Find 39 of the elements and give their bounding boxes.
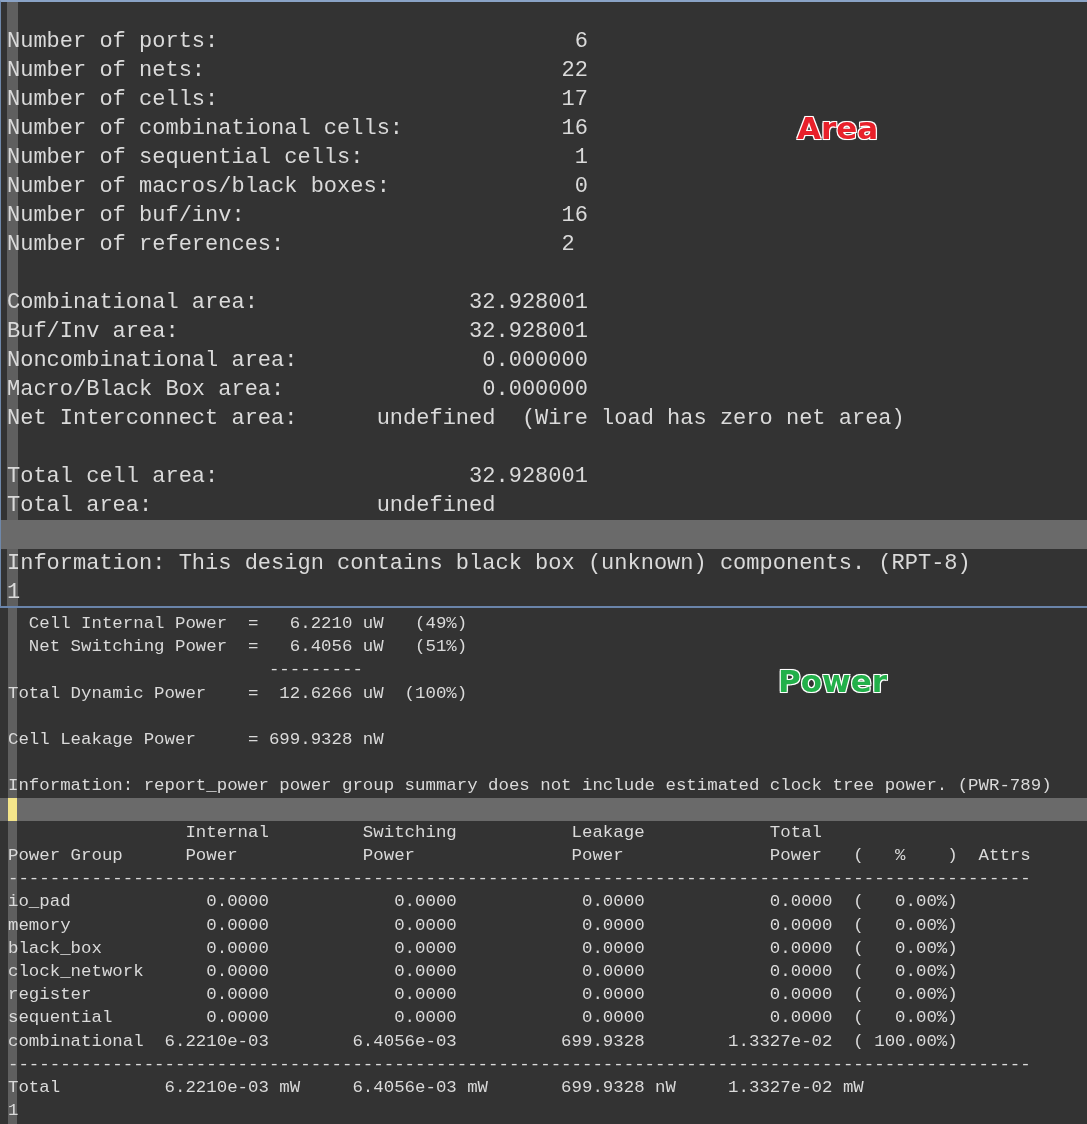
report-line: Number of buf/inv: 16: [7, 202, 588, 230]
report-line: Internal Switching Leakage Total: [184, 821, 822, 844]
report-line: Information: This design contains black box (unknown) components. (RPT-8): [7, 550, 971, 578]
annotation-label: Power: [778, 663, 887, 699]
report-line: --------------------------------------------------------------------------------------------------: [8, 868, 1031, 891]
report-line: sequential 0.0000 0.0000 0.0000 0.0000 ( 0.00%): [8, 1007, 958, 1030]
report-line: Number of macros/black boxes: 0: [7, 173, 588, 201]
report-line: Number of nets: 22: [7, 57, 588, 85]
report-line: Total Dynamic Power = 12.6266 uW (100%): [8, 682, 468, 705]
report-line: clock_network 0.0000 0.0000 0.0000 0.0000 ( 0.00%): [8, 961, 958, 983]
report-line: Number of references: 2: [7, 231, 575, 259]
report-line: Cell Leakage Power = 699.9328 nW: [8, 729, 384, 751]
report-line: Information: report_power power group summary does not include estimated clock tree power. (PWR-789): [8, 775, 1052, 798]
report-line: io_pad 0.0000 0.0000 0.0000 0.0000 ( 0.00%): [8, 891, 958, 914]
report-line: Number of combinational cells: 16: [7, 115, 588, 143]
report-line: register 0.0000 0.0000 0.0000 0.0000 ( 0.00%): [8, 984, 958, 1007]
report-line: 1: [7, 579, 21, 606]
report-line: memory 0.0000 0.0000 0.0000 0.0000 ( 0.00%): [8, 914, 958, 937]
report-line: Number of ports: 6: [7, 28, 588, 56]
report-line: Net Switching Power = 6.4056 uW (51%): [27, 636, 468, 659]
report-line: Number of sequential cells: 1: [7, 144, 588, 172]
report-line: black_box 0.0000 0.0000 0.0000 0.0000 ( 0.00%): [8, 937, 958, 960]
report-line: --------------------------------------------------------------------------------------------------: [8, 1053, 1031, 1076]
report-line: Cell Internal Power = 6.2210 uW (49%): [27, 613, 468, 635]
text-cursor: [8, 797, 17, 821]
report-line: Power Group Power Power Power Power ( % ) Attrs: [8, 845, 1031, 867]
report-line: Macro/Black Box area: 0.000000: [7, 376, 588, 404]
report-line: Number of cells: 17: [7, 86, 588, 114]
report-line: Buf/Inv area: 32.928001: [7, 318, 588, 346]
report-line: Total 6.2210e-03 mW 6.4056e-03 mW 699.9328 nW 1.3327e-02 mW: [8, 1077, 864, 1099]
report-line: 1: [8, 1100, 19, 1123]
report-line: Net Interconnect area: undefined (Wire load has zero net area): [7, 405, 905, 433]
report-line: combinational 6.2210e-03 6.4056e-03 699.9328 1.3327e-02 ( 100.00%): [8, 1030, 958, 1053]
report-line: Combinational area: 32.928001: [7, 289, 588, 317]
report-line: Noncombinational area: 0.000000: [7, 347, 588, 375]
report-line: Total cell area: 32.928001: [7, 463, 588, 491]
report-line: Total area: undefined: [7, 492, 496, 520]
annotation-label: Area: [797, 110, 879, 146]
report-line: ---------: [267, 659, 363, 682]
